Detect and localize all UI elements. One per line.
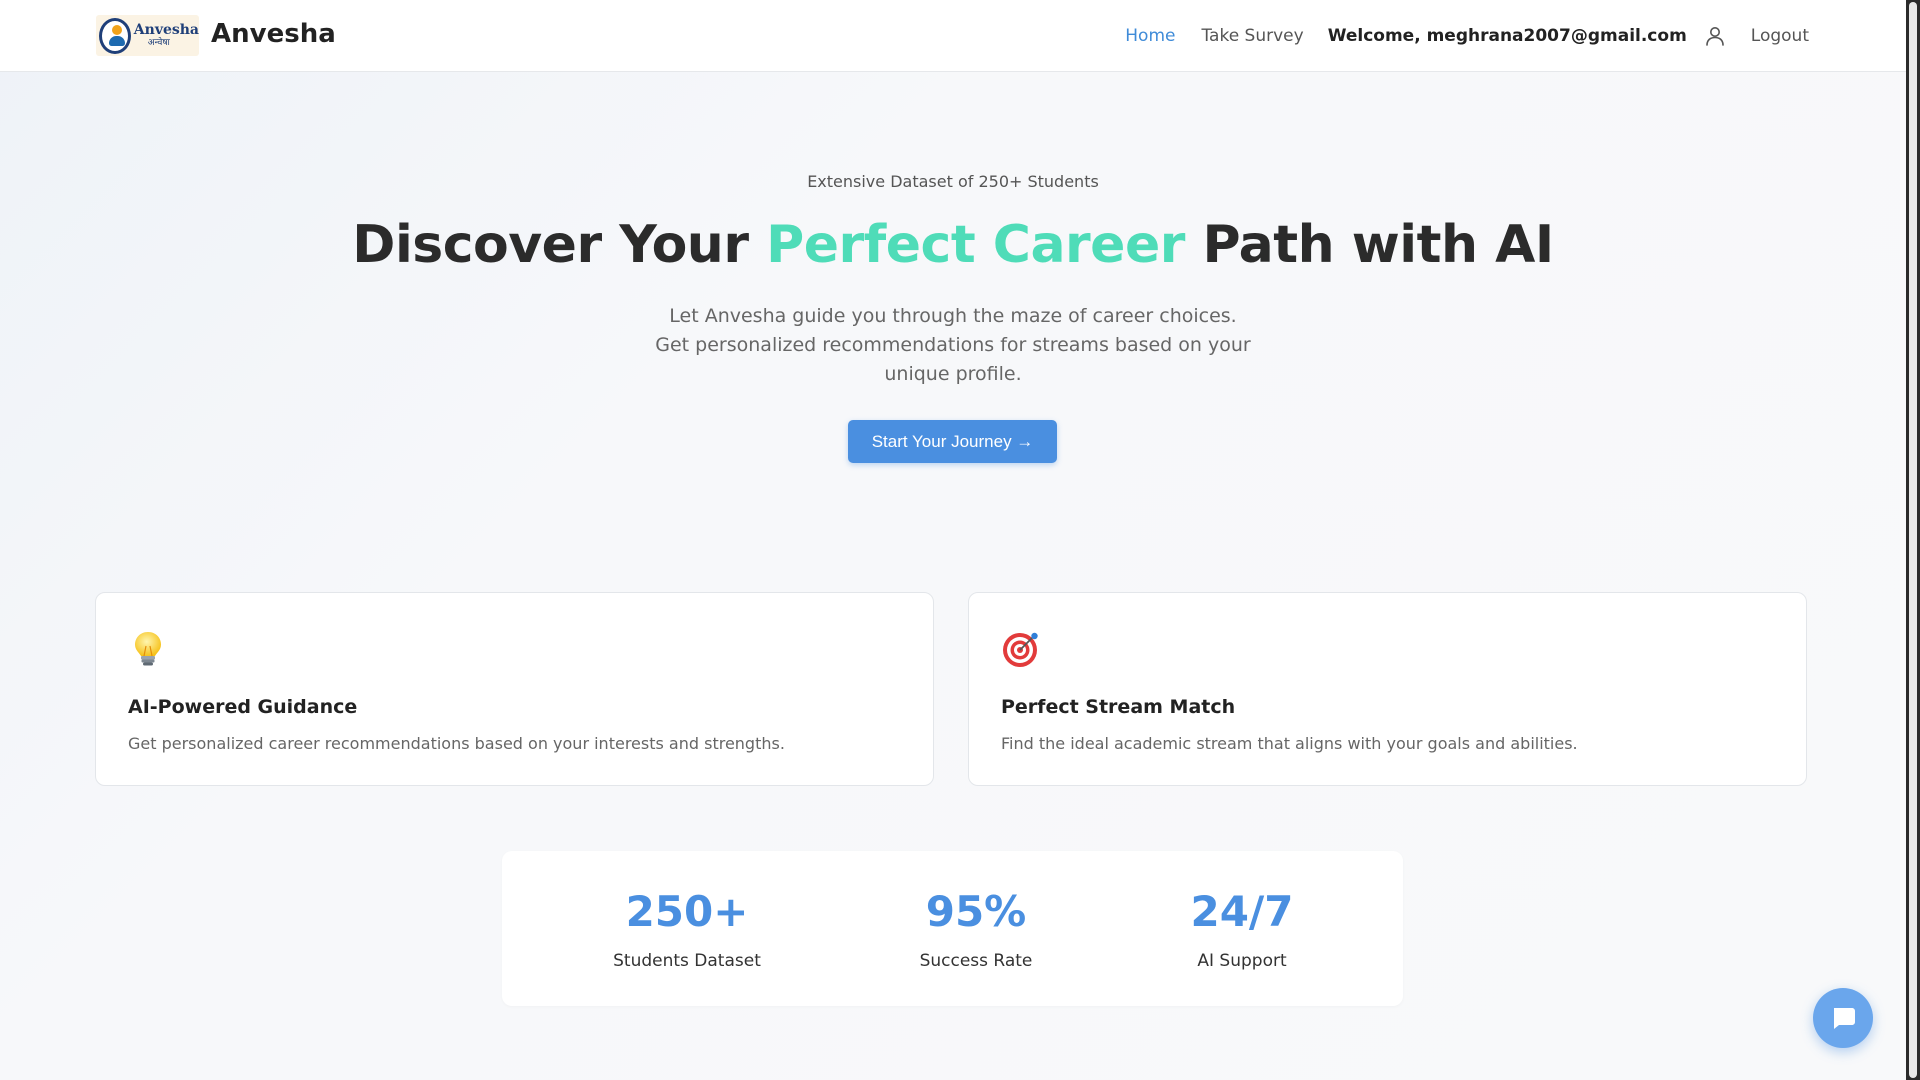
logo-text: Anvesha [133,22,199,38]
main-nav: Home Take Survey Welcome, meghrana2007@g… [1125,0,1809,71]
headline-part-1: Discover Your [352,215,767,275]
feature-description: Find the ideal academic stream that alig… [1001,734,1578,753]
stat-label: AI Support [1197,951,1287,971]
welcome-message: Welcome, meghrana2007@gmail.com [1327,25,1687,46]
logout-link[interactable]: Logout [1751,26,1809,46]
page-scrollbar[interactable] [1906,0,1920,1080]
chat-button[interactable] [1813,988,1873,1048]
nav-take-survey-link[interactable]: Take Survey [1201,26,1303,46]
lightbulb-icon [135,632,161,666]
feature-description: Get personalized career recommendations … [128,734,785,753]
stats-panel: 250+ Students Dataset 95% Success Rate 2… [502,851,1403,1006]
start-journey-button[interactable]: Start Your Journey → [848,420,1057,463]
user-profile-icon[interactable] [1703,24,1727,48]
feature-title: AI-Powered Guidance [128,696,358,718]
stat-success-rate: 95% Success Rate [866,887,1086,972]
target-icon [1003,632,1038,667]
hero-subtitle: Let Anvesha guide you through the maze o… [655,305,1251,385]
feature-card-ai-guidance: AI-Powered Guidance Get personalized car… [95,592,934,786]
feature-card-stream-match: Perfect Stream Match Find the ideal acad… [968,592,1807,786]
brand-name[interactable]: Anvesha [211,19,336,49]
stat-ai-support: 24/7 AI Support [1132,887,1352,972]
logo-emblem-icon [99,17,131,54]
logo[interactable]: Anvesha अन्वेषा [96,15,199,56]
feature-title: Perfect Stream Match [1001,696,1236,718]
scrollbar-thumb[interactable] [1909,2,1917,1078]
logo-subtext: अन्वेषा [147,38,170,48]
headline-part-2: Path with AI [1184,215,1554,275]
nav-home-link[interactable]: Home [1125,26,1175,46]
stat-value: 250+ [625,887,749,936]
stat-label: Students Dataset [613,951,761,971]
stat-value: 95% [925,887,1027,936]
stat-students: 250+ Students Dataset [577,887,797,972]
hero-eyebrow: Extensive Dataset of 250+ Students [807,172,1099,191]
hero-headline: Discover Your Perfect Career Path with A… [0,215,1906,275]
headline-accent: Perfect Career [766,215,1185,275]
chat-bubble-icon [1834,1008,1855,1029]
top-navbar: Anvesha अन्वेषा Anvesha Home Take Survey… [0,0,1906,72]
stat-value: 24/7 [1190,887,1294,936]
stat-label: Success Rate [919,951,1033,971]
